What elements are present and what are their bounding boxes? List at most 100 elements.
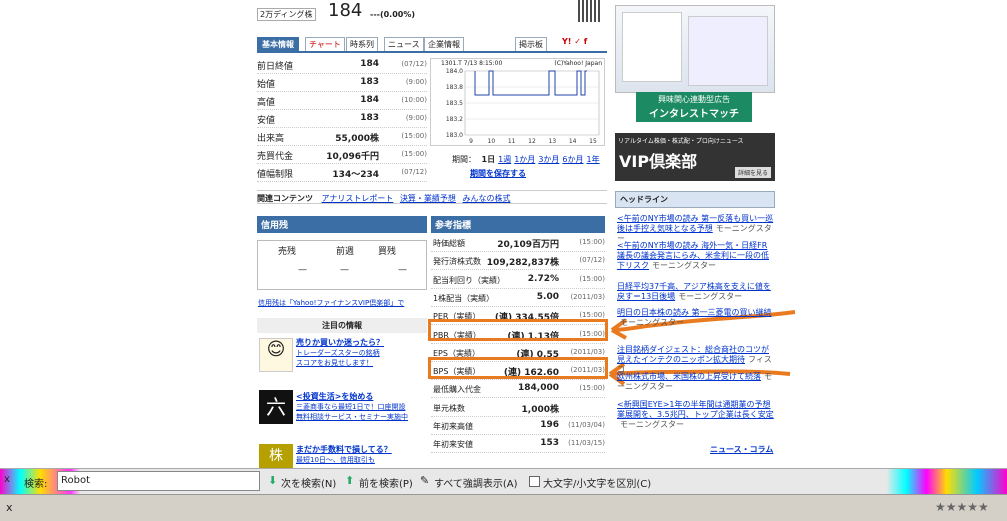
- stock-row-label: 始値: [257, 80, 276, 90]
- match-case-checkbox[interactable]: [529, 476, 540, 487]
- shinyo-val-sell: —: [298, 265, 307, 275]
- related-link-earnings[interactable]: 決算・業績予想: [400, 194, 456, 203]
- ref-row-value: 109,282,837株: [486, 258, 559, 269]
- ref-row-value: 184,000: [518, 383, 559, 394]
- ref-row: 年初来安値 153 (11/03/15): [431, 435, 605, 454]
- period-5[interactable]: 1年: [587, 155, 600, 164]
- notice-item[interactable]: 売りか買いか迷ったら？ トレーダーズスターの銘柄 スコアをお見せします！: [296, 338, 426, 368]
- ref-row: 単元株数 1,000株: [431, 399, 605, 417]
- headline-source: モーニングスター: [652, 261, 716, 270]
- x-tick-label: 12: [528, 138, 536, 145]
- y-tick-label: 183.2: [446, 116, 463, 123]
- find-input[interactable]: Robot: [57, 471, 260, 491]
- ad1-line1: 興味関心連動型広告: [658, 95, 730, 104]
- notice-item-sub[interactable]: 最短10日〜、信用取引も: [296, 455, 426, 465]
- tab-timeseries[interactable]: 時系列: [346, 37, 378, 52]
- notice-item[interactable]: <投資生活>を始める 三菱商事なら最短1日で！口座開設 無料相談サービス・セミナー実…: [296, 392, 426, 422]
- headline-item[interactable]: <新興国EYE>1年の半年間は通期業の予想業展開を、3.5兆円、トップ企業は長く…: [617, 400, 775, 430]
- stock-row-label: 高値: [257, 98, 276, 108]
- stock-row-value: 55,000株: [335, 134, 379, 144]
- stock-row-value: 134～234: [332, 170, 379, 180]
- related-link-minkabu[interactable]: みんなの株式: [462, 194, 510, 203]
- ad-interest-match[interactable]: 興味関心連動型広告 インタレストマッチ: [636, 92, 752, 122]
- status-bar: x ★★★★★: [0, 494, 1007, 521]
- ref-row: 配当利回り（実績） 2.72% (15:00): [431, 271, 605, 289]
- highlight-all-button[interactable]: すべて強調表示(A): [434, 475, 518, 490]
- tab-news[interactable]: ニュース: [384, 37, 424, 52]
- notice-header: 注目の情報: [257, 318, 427, 333]
- x-tick-label: 9: [469, 138, 473, 145]
- shinyo-val-prev: —: [340, 265, 349, 275]
- headline-source: モーニングスター: [620, 318, 684, 327]
- stock-row-date: (07/12): [401, 60, 427, 68]
- ref-row-value: 1,000株: [521, 404, 559, 415]
- notice-icon-daiwa: 六: [259, 390, 293, 424]
- headline-item[interactable]: 明日の日本株の読み 第一三菱電の買い継続モーニングスター: [617, 308, 775, 328]
- ref-row-label: 年初来安値: [433, 440, 473, 450]
- notice-item-sub2[interactable]: 無料相談サービス・セミナー実施中: [296, 412, 426, 422]
- notice-item[interactable]: まだか手数料で損してる？ 最短10日〜、信用取引も: [296, 445, 426, 465]
- stock-row: 値幅制限 134～234 (07/12): [257, 164, 427, 182]
- notice-item-title[interactable]: まだか手数料で損してる？: [296, 445, 426, 455]
- tab-chart[interactable]: チャート: [305, 37, 345, 52]
- headline-item[interactable]: 日経平均37千高、アジア株高を支えに値を戻す＝13日後場 モーニングスター: [617, 282, 775, 302]
- match-case-label: 大文字/小文字を区別(C): [543, 479, 652, 490]
- period-1[interactable]: 1週: [498, 155, 511, 164]
- ad-screenshot-thumb[interactable]: [615, 5, 775, 93]
- stock-row-date: (10:00): [401, 96, 427, 104]
- headline-item[interactable]: 注目銘柄ダイジェスト：総合商社のコツが見えたインテクのニッポン拡大期待 フィスコ: [617, 345, 775, 375]
- ad-vip-club[interactable]: リアルタイム株価・株式配・プロ向けニュース VIP倶楽部 詳細を見る: [615, 133, 775, 181]
- y-tick-label: 184.0: [446, 68, 463, 75]
- intraday-chart: 1301.T 7/13 8:15:00 (C)Yahoo! Japan 184.…: [430, 58, 605, 146]
- headline-text[interactable]: <新興国EYE>1年の半年間は通期業の予想業展開を、3.5兆円、トップ企業は長く…: [617, 400, 774, 419]
- notice-item-title[interactable]: <投資生活>を始める: [296, 392, 426, 402]
- tab-company[interactable]: 企業情報: [424, 37, 464, 52]
- qr-code: [578, 0, 600, 22]
- stock-row-label: 売買代金: [257, 152, 294, 162]
- ref-row-label: 発行済株式数: [433, 257, 481, 267]
- headline-text[interactable]: 欧州株式市場、米国株の上昇受けて続落: [617, 372, 761, 381]
- x-tick-label: 11: [508, 138, 516, 145]
- headline-text[interactable]: 注目銘柄ダイジェスト：総合商社のコツが見えたインテクのニッポン拡大期待: [617, 345, 769, 364]
- headline-item[interactable]: 欧州株式市場、米国株の上昇受けて続落 モーニングスター: [617, 372, 775, 392]
- period-4[interactable]: 6か月: [562, 155, 583, 164]
- notice-item-sub[interactable]: 三菱商事なら最短1日で！口座開設: [296, 402, 426, 412]
- highlight-icon: ✎: [420, 474, 430, 487]
- x-tick-label: 10: [488, 138, 496, 145]
- close-tab-icon[interactable]: x: [6, 501, 13, 514]
- period-selector: 期間： 1日 1週 1か月 3か月 6か月 1年: [452, 154, 600, 165]
- ref-row: 年初来高値 196 (11/03/04): [431, 417, 605, 435]
- period-label: 期間：: [452, 155, 476, 164]
- find-next-button[interactable]: 次を検索(N): [281, 475, 336, 490]
- arrow-down-icon: ⬇: [268, 474, 278, 487]
- find-bar-close-icon[interactable]: x: [4, 474, 10, 485]
- period-3[interactable]: 3か月: [538, 155, 559, 164]
- social-icons[interactable]: Y! ✓ f: [562, 37, 587, 46]
- stock-row-label: 前日終値: [257, 62, 294, 72]
- headline-item[interactable]: <午前のNY市場の読み 海外一気・日経FR議長の議会発言にらみ、米金利に一段の低…: [617, 241, 775, 271]
- find-prev-button[interactable]: 前を検索(P): [359, 475, 413, 490]
- headline-source: モーニングスター: [678, 292, 743, 301]
- chart-plot: 184.0 183.8 183.5 183.2 183.0 9 10 11 12 13 14 15: [446, 68, 600, 145]
- notice-icon-robot: 😊: [259, 338, 293, 372]
- tab-basic-info[interactable]: 基本情報: [257, 37, 299, 52]
- ref-row-date: (11/03/15): [568, 439, 605, 448]
- notice-item-sub2[interactable]: スコアをお見せします！: [296, 358, 426, 368]
- headline-item[interactable]: <午前のNY市場の読み 第一反落も買い一巡後は手控え気味となる予想 モーニングスタ…: [617, 214, 775, 244]
- ref-row-label: 配当利回り（実績）: [433, 275, 505, 285]
- ad2-button[interactable]: 詳細を見る: [734, 167, 771, 178]
- related-link-analyst[interactable]: アナリストレポート: [322, 194, 394, 203]
- bbs-button[interactable]: 掲示板: [515, 37, 547, 52]
- notice-item-title[interactable]: 売りか買いか迷ったら？: [296, 338, 426, 348]
- ref-row-label: 1株配当（実績）: [433, 293, 495, 303]
- period-2[interactable]: 1か月: [514, 155, 535, 164]
- shinyo-footer-link[interactable]: 信用残は「Yahoo!ファイナンスVIP倶楽部」で: [258, 298, 404, 308]
- headline-text[interactable]: 明日の日本株の読み 第一三菱電の買い継続: [617, 308, 772, 317]
- save-period-link[interactable]: 期間を保存する: [470, 168, 526, 179]
- notice-item-sub[interactable]: トレーダーズスターの銘柄: [296, 348, 426, 358]
- y-tick-label: 183.0: [446, 132, 463, 139]
- news-column-link[interactable]: ニュース・コラム: [710, 444, 773, 455]
- stock-row-date: (15:00): [401, 132, 427, 140]
- find-label: 検索:: [24, 479, 48, 490]
- stock-row: 売買代金 10,096千円 (15:00): [257, 146, 427, 164]
